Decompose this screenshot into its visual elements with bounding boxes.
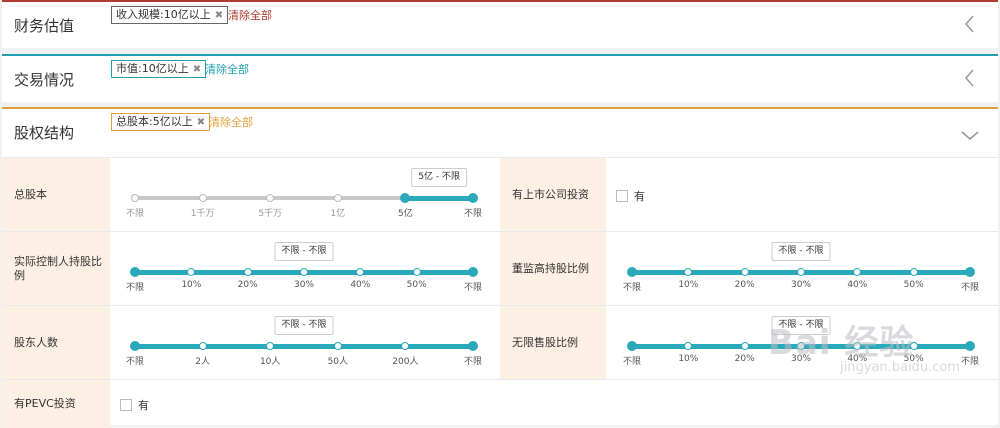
- filter-row: 有PEVC投资 有: [2, 379, 998, 428]
- slider-step-dot[interactable]: [333, 194, 342, 202]
- slider-step-dot[interactable]: [266, 194, 275, 202]
- slider-tick-label: 50人: [327, 357, 349, 367]
- slider-controller-ratio[interactable]: 不限 10% 20% 30% 40% 50% 不限 不限 - 不限: [126, 232, 482, 306]
- slider-tick-label: 200人: [392, 357, 419, 367]
- slider-tick-label: 30%: [293, 280, 315, 290]
- checkbox-pevc[interactable]: 有: [120, 397, 149, 413]
- slider-handle[interactable]: [400, 193, 411, 203]
- slider-tick-label: 不限: [463, 209, 483, 219]
- slider-tick-label: 1亿: [330, 209, 346, 219]
- section-equity: 股权结构 总股本:5亿以上 ✖ 清除全部 总股本 不限 1千万 5千万 1亿 5亿 不限 5亿…: [2, 107, 998, 428]
- slider-value-tooltip: 不限 - 不限: [274, 242, 334, 261]
- label-shareholder-count: 股东人数: [2, 306, 110, 379]
- slider-shareholder-count[interactable]: 不限 2人 10人 50人 200人 不限 不限 - 不限: [126, 306, 482, 380]
- slider-tick-label: 10%: [678, 354, 699, 364]
- section-finance: 财务估值 收入规模:10亿以上 ✖ 清除全部: [2, 0, 998, 48]
- slider-tick-label: 10%: [181, 280, 202, 290]
- slider-tick-label: 20%: [734, 354, 755, 364]
- slider-step-dot[interactable]: [740, 342, 749, 350]
- slider-step-dot[interactable]: [198, 342, 207, 350]
- chevron-left-icon[interactable]: [958, 12, 982, 36]
- slider-handle[interactable]: [468, 341, 478, 351]
- slider-range-fill: [135, 344, 473, 349]
- slider-range-fill: [405, 196, 473, 201]
- slider-step-dot[interactable]: [412, 268, 421, 276]
- close-icon[interactable]: ✖: [215, 8, 223, 24]
- filter-chip-total-shares[interactable]: 总股本:5亿以上 ✖: [111, 113, 211, 131]
- checkbox-box[interactable]: [616, 190, 628, 202]
- slider-tick-label: 10人: [259, 357, 281, 367]
- chevron-left-icon[interactable]: [958, 66, 982, 90]
- slider-handle[interactable]: [965, 341, 975, 351]
- section-trading: 交易情况 市值:10亿以上 ✖ 清除全部: [2, 54, 998, 102]
- watermark: Bai 经验 jingyan.baidu.com: [768, 315, 960, 375]
- section-title-trading[interactable]: 交易情况: [14, 69, 74, 90]
- label-unrestricted-ratio: 无限售股比例: [500, 306, 606, 379]
- slider-tick-label: 10%: [678, 280, 699, 290]
- slider-tick-label: 不限: [125, 357, 145, 367]
- watermark-url: jingyan.baidu.com: [840, 360, 960, 375]
- slider-step-dot[interactable]: [198, 194, 207, 202]
- slider-total-shares[interactable]: 不限 1千万 5千万 1亿 5亿 不限 5亿 - 不限: [126, 158, 482, 232]
- slider-tick-label: 5亿: [398, 209, 413, 219]
- slider-step-dot[interactable]: [131, 194, 139, 202]
- filter-chip-revenue[interactable]: 收入规模:10亿以上 ✖: [111, 6, 229, 24]
- filter-chip-market-cap[interactable]: 市值:10亿以上 ✖: [111, 60, 207, 78]
- slider-handle[interactable]: [627, 341, 637, 351]
- filter-row: 实际控制人持股比例 不限 10% 20% 30% 40% 50% 不限 不限 - 不限 董监高…: [2, 231, 998, 305]
- section-title-equity[interactable]: 股权结构: [14, 122, 74, 143]
- clear-all-link-trading[interactable]: 清除全部: [205, 61, 249, 77]
- slider-step-dot[interactable]: [909, 268, 918, 276]
- slider-value-tooltip: 5亿 - 不限: [411, 168, 468, 187]
- slider-handle[interactable]: [468, 193, 478, 203]
- label-pevc: 有PEVC投资: [2, 380, 110, 428]
- slider-step-dot[interactable]: [333, 342, 342, 350]
- slider-step-dot[interactable]: [740, 268, 749, 276]
- slider-tick-label: 不限: [125, 209, 145, 219]
- clear-all-link-finance[interactable]: 清除全部: [228, 7, 272, 23]
- slider-value-tooltip: 不限 - 不限: [771, 242, 831, 261]
- slider-tick-label: 40%: [350, 280, 371, 290]
- slider-tick-label: 20%: [734, 280, 755, 290]
- slider-tick-label: 不限: [622, 357, 642, 367]
- checkbox-box[interactable]: [120, 399, 132, 411]
- label-executive-ratio: 董监高持股比例: [500, 232, 606, 305]
- close-icon[interactable]: ✖: [193, 62, 201, 78]
- slider-tick-label: 1千万: [190, 209, 215, 219]
- checkbox-listed-investment[interactable]: 有: [616, 188, 645, 204]
- slider-tick-label: 50%: [406, 280, 427, 290]
- slider-value-tooltip: 不限 - 不限: [274, 316, 334, 335]
- slider-executive-ratio[interactable]: 不限 10% 20% 30% 40% 50% 不限 不限 - 不限: [623, 232, 979, 306]
- slider-tick-label: 不限: [463, 283, 483, 293]
- slider-step-dot[interactable]: [797, 268, 805, 276]
- slider-tick-label: 不限: [960, 357, 980, 367]
- slider-tick-label: 40%: [847, 280, 868, 290]
- filter-row: 总股本 不限 1千万 5千万 1亿 5亿 不限 5亿 - 不限 有上市公司投资 有: [2, 157, 998, 231]
- close-icon[interactable]: ✖: [197, 115, 205, 131]
- clear-all-link-equity[interactable]: 清除全部: [209, 114, 253, 130]
- watermark-logo: Bai 经验: [768, 323, 915, 363]
- label-total-shares: 总股本: [2, 158, 110, 231]
- slider-tick-label: 30%: [790, 280, 812, 290]
- slider-tick-label: 50%: [903, 280, 924, 290]
- label-controller-ratio: 实际控制人持股比例: [2, 232, 110, 305]
- slider-handle[interactable]: [130, 267, 140, 277]
- slider-tick-label: 5千万: [258, 209, 283, 219]
- label-listed-investment: 有上市公司投资: [500, 158, 606, 231]
- slider-tick-label: 2人: [195, 357, 210, 367]
- slider-step-dot[interactable]: [300, 268, 308, 276]
- slider-handle[interactable]: [468, 267, 478, 277]
- slider-tick-label: 不限: [960, 283, 980, 293]
- slider-tick-label: 不限: [125, 283, 145, 293]
- slider-tick-label: 不限: [622, 283, 642, 293]
- slider-tick-label: 20%: [237, 280, 258, 290]
- slider-tick-label: 不限: [463, 357, 483, 367]
- chevron-down-icon[interactable]: [958, 123, 982, 147]
- section-title-finance[interactable]: 财务估值: [14, 15, 74, 36]
- slider-handle[interactable]: [130, 341, 140, 351]
- slider-step-dot[interactable]: [243, 268, 252, 276]
- slider-handle[interactable]: [965, 267, 975, 277]
- slider-handle[interactable]: [627, 267, 637, 277]
